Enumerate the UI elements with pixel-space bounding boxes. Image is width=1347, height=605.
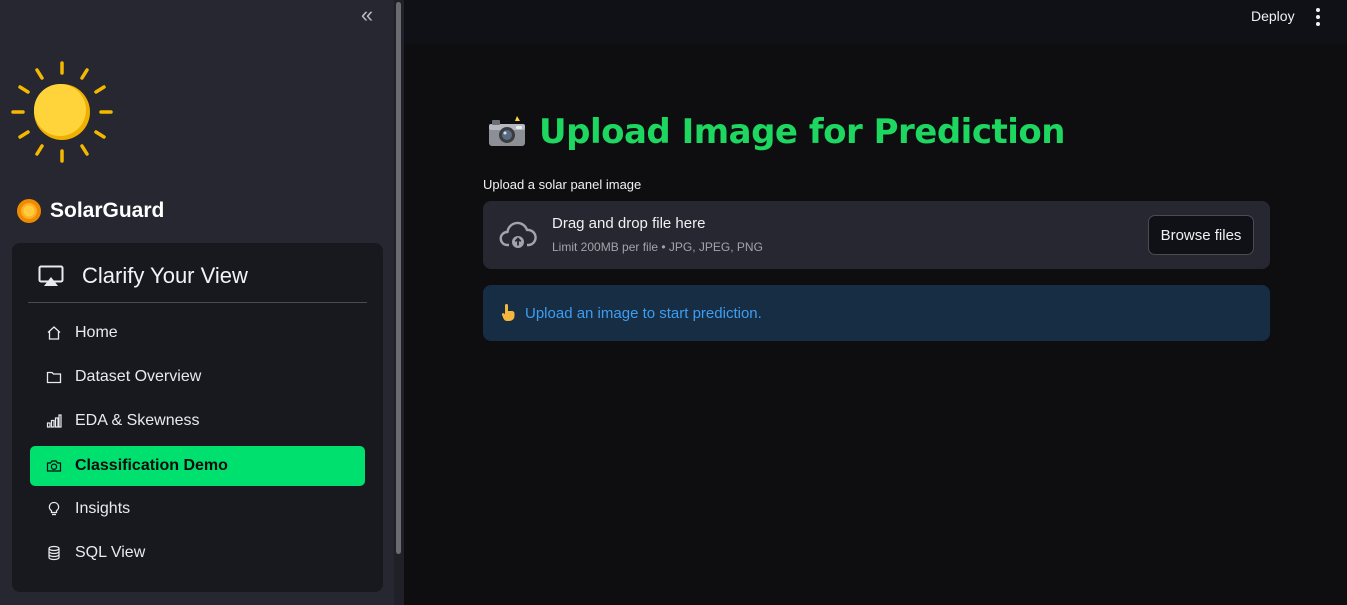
sidebar-item-label: Home: [75, 324, 118, 341]
folder-icon: [46, 369, 62, 385]
browse-files-button[interactable]: Browse files: [1148, 215, 1254, 255]
brand: SolarGuard: [16, 198, 164, 224]
cloud-upload-icon: [499, 221, 537, 248]
top-bar: [404, 0, 1347, 44]
brand-title: SolarGuard: [50, 199, 165, 222]
page-title: Upload Image for Prediction: [487, 112, 1065, 152]
sidebar-item-insights[interactable]: Insights: [30, 489, 365, 529]
sidebar-item-label: Insights: [75, 500, 131, 517]
bar-chart-icon: [46, 413, 62, 429]
navigation-menu: Clarify Your View Home Dataset Overview …: [12, 243, 383, 592]
sidebar-item-label: EDA & Skewness: [75, 412, 200, 429]
dropzone-limit-text: Limit 200MB per file • JPG, JPEG, PNG: [552, 240, 763, 254]
home-icon: [46, 325, 62, 341]
sidebar-item-sql-view[interactable]: SQL View: [30, 533, 365, 573]
sidebar-item-label: Classification Demo: [75, 457, 228, 474]
uploader-label: Upload a solar panel image: [483, 177, 642, 192]
sidebar-item-label: Dataset Overview: [75, 368, 202, 385]
sun-logo-icon: [11, 61, 113, 163]
sun-icon: [17, 199, 41, 223]
file-dropzone[interactable]: Drag and drop file here Limit 200MB per …: [483, 201, 1270, 269]
kebab-menu-icon[interactable]: [1308, 6, 1328, 28]
dropzone-instructions: Drag and drop file here: [552, 215, 706, 232]
lightbulb-icon: [46, 501, 62, 517]
menu-header: Clarify Your View: [38, 263, 248, 289]
pointing-hand-emoji: [501, 304, 515, 322]
menu-divider: [28, 302, 367, 303]
sidebar-item-eda-skewness[interactable]: EDA & Skewness: [30, 401, 365, 441]
sidebar-item-label: SQL View: [75, 544, 146, 561]
camera-flash-emoji: [489, 116, 525, 146]
sidebar-item-classification-demo[interactable]: Classification Demo: [30, 446, 365, 486]
cast-icon: [38, 265, 64, 286]
camera-icon: [46, 458, 62, 474]
info-alert-text: Upload an image to start prediction.: [525, 304, 762, 322]
sidebar-scrollbar-thumb[interactable]: [396, 2, 401, 554]
menu-title: Clarify Your View: [82, 263, 248, 288]
deploy-button[interactable]: Deploy: [1251, 8, 1295, 24]
sidebar-item-dataset-overview[interactable]: Dataset Overview: [30, 357, 365, 397]
info-alert: Upload an image to start prediction.: [483, 285, 1270, 341]
sidebar: « SolarGuard Clarify Your View Home Data…: [0, 0, 404, 605]
sidebar-item-home[interactable]: Home: [30, 313, 365, 353]
page-title-text: Upload Image for Prediction: [539, 112, 1065, 152]
double-chevron-left-icon[interactable]: «: [356, 4, 378, 26]
database-icon: [46, 545, 62, 561]
